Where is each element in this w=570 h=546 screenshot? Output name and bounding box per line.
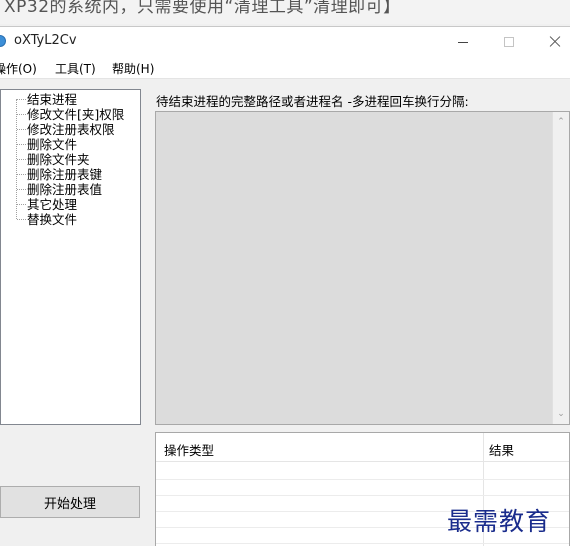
minimize-button[interactable] [440,27,486,57]
scroll-up-icon[interactable]: ⌃ [557,118,565,127]
close-button[interactable] [532,27,570,57]
tree-item-delete-reg-key[interactable]: 删除注册表键 [27,167,102,182]
minimize-icon [458,41,468,43]
column-header-result[interactable]: 结果 [489,440,514,459]
tree-connector [17,144,26,145]
maximize-button[interactable] [486,27,532,57]
row-gridline [156,495,569,496]
tree-connector [17,174,26,175]
menu-help[interactable]: 帮助(H) [112,60,154,77]
start-process-button[interactable]: 开始处理 [0,486,140,518]
menu-operate[interactable]: 操作(O) [0,60,37,77]
watermark-logo: 最需教育 [447,507,552,536]
close-icon [548,35,562,49]
row-gridline [156,479,569,480]
app-icon [0,35,6,47]
tree-item-delete-reg-value[interactable]: 删除注册表值 [27,182,102,197]
results-header: 操作类型 结果 [156,433,569,462]
input-instruction-label: 待结束进程的完整路径或者进程名 -多进程回车换行分隔: [156,94,469,109]
operation-tree[interactable]: 结束进程 修改文件[夹]权限 修改注册表权限 删除文件 删除文件夹 删除注册表键… [0,89,141,425]
tree-connector [17,189,26,190]
menu-bar: 操作(O) 工具(T) 帮助(H) [0,57,570,79]
tree-item-file-permission[interactable]: 修改文件[夹]权限 [27,107,124,122]
row-gridline [156,543,569,544]
tree-connector [17,204,26,205]
scroll-down-icon[interactable]: ⌄ [557,410,565,419]
tree-item-replace-file[interactable]: 替换文件 [27,212,77,227]
tree-connector [17,129,26,130]
tree-item-other[interactable]: 其它处理 [27,197,77,212]
process-path-input[interactable]: ⌃ ⌄ [155,111,570,425]
tree-connector [17,159,26,160]
app-window: oXTyL2Cv 操作(O) 工具(T) 帮助(H) 结束进程 修改文件[夹]权… [0,26,570,546]
maximize-icon [504,37,514,47]
vertical-scrollbar[interactable]: ⌃ ⌄ [552,112,569,424]
menu-tools[interactable]: 工具(T) [55,60,96,77]
background-article-strip: XP32的系统内，只需要使用“清理工具”清理即可】 [0,0,570,24]
tree-connector [17,99,26,100]
title-bar[interactable]: oXTyL2Cv [0,27,570,57]
tree-item-delete-file[interactable]: 删除文件 [27,137,77,152]
window-title: oXTyL2Cv [14,33,77,48]
tree-connector [17,219,26,220]
tree-connector [17,114,26,115]
background-article-text: XP32的系统内，只需要使用“清理工具”清理即可】 [4,0,401,17]
tree-item-end-process[interactable]: 结束进程 [27,92,77,107]
tree-item-registry-permission[interactable]: 修改注册表权限 [27,122,115,137]
tree-item-delete-folder[interactable]: 删除文件夹 [27,152,90,167]
column-header-operation-type[interactable]: 操作类型 [164,440,214,459]
